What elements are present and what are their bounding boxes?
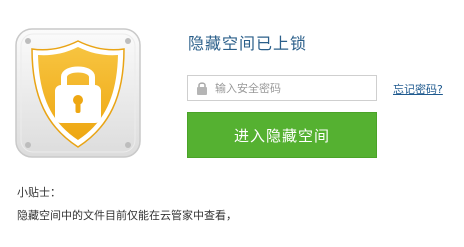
tips-text: 隐藏空间中的文件目前仅能在云管家中查看， <box>17 209 237 222</box>
enter-hidden-space-button[interactable]: 进入隐藏空间 <box>187 112 377 158</box>
password-field[interactable] <box>187 75 377 101</box>
password-input[interactable] <box>215 78 365 98</box>
lock-status-title: 隐藏空间已上锁 <box>188 34 308 53</box>
forgot-password-link[interactable]: 忘记密码? <box>393 81 443 97</box>
hidden-space-lock-panel: 隐藏空间已上锁 忘记密码? 进入隐藏空间 小贴士： 隐藏空间中的文件目前仅能在云… <box>0 0 464 247</box>
tips-heading: 小贴士： <box>17 186 61 199</box>
shield-lock-icon <box>14 27 142 159</box>
lock-icon <box>195 80 209 96</box>
